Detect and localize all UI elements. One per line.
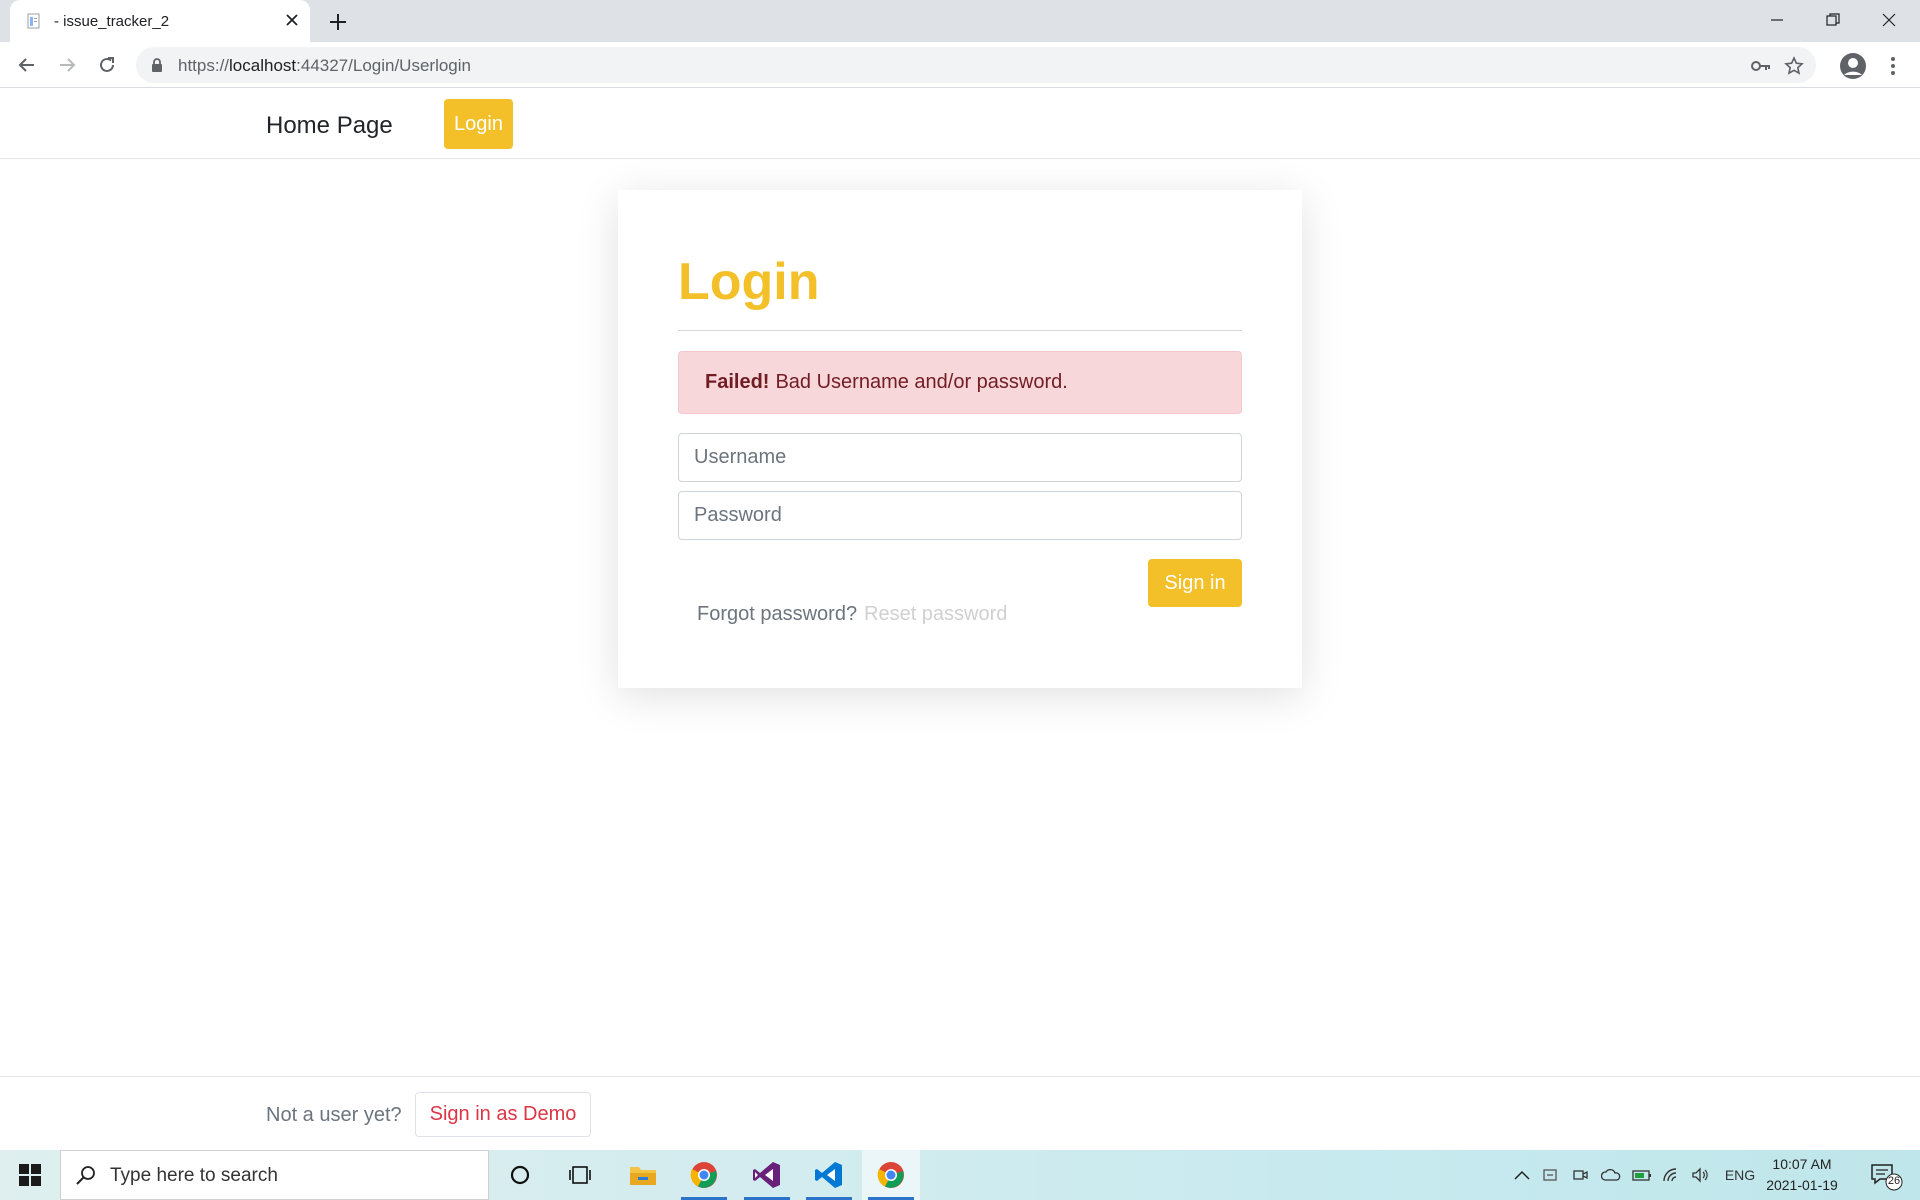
kebab-menu-icon[interactable] (1878, 51, 1908, 81)
tab-title: - issue_tracker_2 (54, 13, 170, 30)
password-input[interactable] (678, 491, 1242, 540)
error-alert: Failed! Bad Username and/or password. (678, 351, 1242, 414)
battery-icon[interactable] (1631, 1164, 1653, 1186)
windows-logo-icon[interactable] (0, 1150, 60, 1200)
restore-icon[interactable] (1810, 4, 1856, 36)
divider (678, 330, 1242, 331)
star-icon[interactable] (1783, 55, 1805, 77)
notification-count: 26 (1887, 1175, 1901, 1187)
sign-in-button[interactable]: Sign in (1148, 559, 1242, 607)
search-placeholder: Type here to search (110, 1165, 278, 1186)
home-page-link[interactable]: Home Page (266, 112, 393, 140)
page-footer: Not a user yet? Sign in as Demo (0, 1076, 1920, 1150)
lock-icon[interactable] (150, 57, 164, 78)
url-text: https://localhost:44327/Login/Userlogin (178, 56, 471, 75)
chrome-icon[interactable] (862, 1150, 920, 1200)
browser-toolbar: https://localhost:44327/Login/Userlogin (0, 42, 1920, 88)
cortana-icon[interactable] (491, 1150, 549, 1200)
visual-studio-icon[interactable] (738, 1150, 796, 1200)
back-arrow-icon[interactable] (13, 51, 41, 79)
key-icon[interactable] (1750, 55, 1772, 77)
nav-login-button[interactable]: Login (444, 99, 513, 149)
login-title: Login (678, 253, 820, 311)
chrome-icon[interactable] (675, 1150, 733, 1200)
username-input[interactable] (678, 433, 1242, 482)
task-view-icon[interactable] (551, 1150, 609, 1200)
wifi-icon[interactable] (1661, 1164, 1683, 1186)
alert-message: Bad Username and/or password. (775, 371, 1068, 393)
onedrive-icon[interactable] (1600, 1164, 1622, 1186)
vscode-icon[interactable] (800, 1150, 858, 1200)
forward-arrow-icon[interactable] (53, 51, 81, 79)
sign-in-demo-button[interactable]: Sign in as Demo (415, 1092, 591, 1137)
minimize-icon[interactable] (1754, 4, 1800, 36)
meet-now-icon[interactable] (1570, 1164, 1590, 1186)
taskbar-clock[interactable]: 10:07 AM 2021-01-19 (1764, 1154, 1840, 1196)
plus-icon[interactable] (324, 8, 352, 36)
notification-icon[interactable]: 26 (1866, 1159, 1906, 1191)
browser-tab[interactable]: - issue_tracker_2 (10, 0, 310, 42)
document-icon (26, 13, 42, 29)
not-a-user-text: Not a user yet? (266, 1104, 402, 1126)
browser-tab-strip: - issue_tracker_2 (0, 0, 1920, 42)
chevron-up-icon[interactable] (1512, 1164, 1532, 1186)
close-icon[interactable] (282, 10, 302, 30)
file-explorer-icon[interactable] (614, 1150, 672, 1200)
language-indicator[interactable]: ENG (1721, 1164, 1759, 1186)
login-card: Login Failed! Bad Username and/or passwo… (618, 190, 1302, 688)
taskbar-search-box[interactable]: Type here to search (60, 1150, 489, 1200)
sync-icon[interactable] (1540, 1164, 1560, 1186)
volume-icon[interactable] (1690, 1164, 1712, 1186)
search-icon (75, 1164, 97, 1191)
forgot-password-text: Forgot password? (697, 603, 858, 625)
reload-icon[interactable] (93, 51, 121, 79)
profile-icon[interactable] (1838, 51, 1868, 81)
alert-strong: Failed! (705, 371, 770, 393)
clock-time: 10:07 AM (1772, 1156, 1832, 1172)
address-bar[interactable]: https://localhost:44327/Login/Userlogin (136, 47, 1816, 83)
window-close-icon[interactable] (1866, 4, 1912, 36)
windows-taskbar: Type here to search ENG 10:07 AM 2021-01… (0, 1150, 1920, 1200)
app-navbar: Home Page Login (0, 89, 1920, 159)
reset-password-link[interactable]: Reset password (864, 603, 1007, 626)
clock-date: 2021-01-19 (1766, 1177, 1838, 1193)
